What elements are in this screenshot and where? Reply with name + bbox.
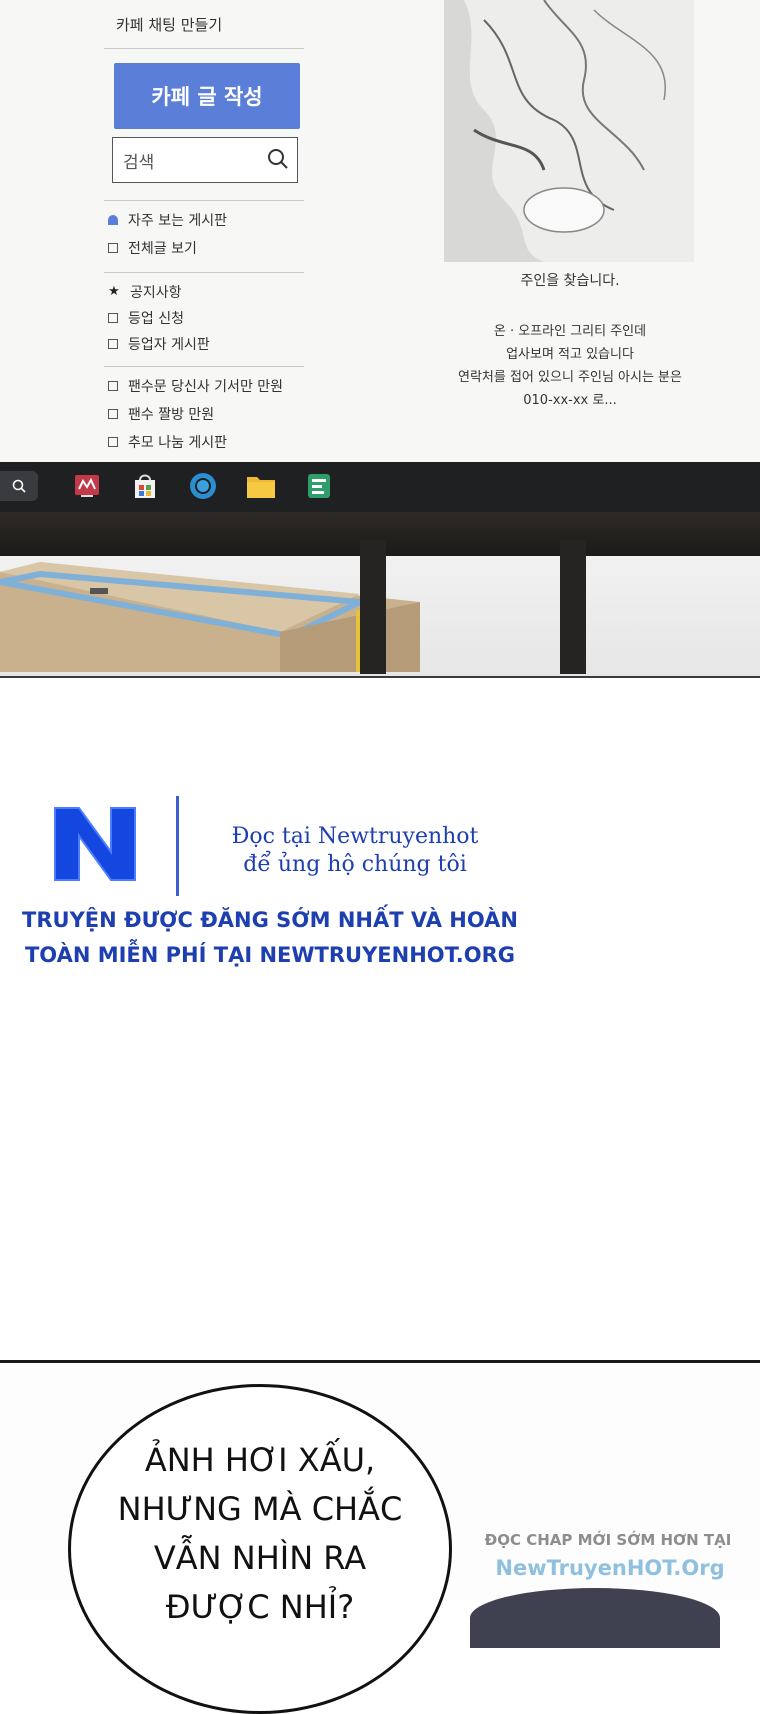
sidebar-item-label: 전체글 보기	[128, 241, 197, 257]
cafe-sidebar: 카페 채팅 만들기 카페 글 작성 검색 자주 보는 게시판 전체글 보기 ★ …	[100, 0, 310, 462]
post-line: 010-xx-xx 로...	[523, 393, 617, 408]
folder-icon[interactable]	[246, 471, 276, 501]
write-post-button[interactable]: 카페 글 작성	[114, 63, 300, 129]
board-icon	[108, 437, 118, 447]
panel-border	[0, 1360, 760, 1363]
divider	[104, 48, 304, 49]
post-line: 연락처를 접어 있으니 주인님 아시는 분은	[458, 370, 682, 385]
board-icon	[108, 409, 118, 419]
browser-screen: 카페 채팅 만들기 카페 글 작성 검색 자주 보는 게시판 전체글 보기 ★ …	[0, 0, 760, 462]
sidebar-item-label: 등업 신청	[128, 311, 184, 327]
watermark-line1: ĐỌC CHAP MỚI SỚM HƠN TẠI	[484, 1531, 732, 1549]
panel-border	[0, 676, 760, 678]
post-body: 온 · 오프라인 그리티 주인데 업사보며 적고 있습니다 연락처를 접어 있으…	[440, 320, 700, 412]
promo-banner-line1: TRUYỆN ĐƯỢC ĐĂNG SỚM NHẤT VÀ HOÀN	[22, 908, 518, 932]
post-line: 업사보며 적고 있습니다	[506, 347, 634, 362]
bookmark-icon	[108, 215, 118, 225]
promo-read-at: Đọc tại Newtruyenhot	[231, 824, 479, 849]
post-line: 온 · 오프라인 그리티 주인데	[493, 324, 647, 339]
taskbar-search-button[interactable]	[0, 471, 38, 501]
search-input[interactable]: 검색	[112, 137, 298, 183]
sidebar-item-label: 팬수 짤방 만원	[128, 407, 215, 423]
lost-item-post: 주인을 찾습니다. 온 · 오프라인 그리티 주인데 업사보며 적고 있습니다 …	[440, 0, 700, 462]
sidebar-item-board-3[interactable]: 추모 나눔 게시판	[108, 432, 227, 452]
sidebar-item-all-posts[interactable]: 전체글 보기	[108, 238, 197, 258]
media-app-icon[interactable]	[72, 471, 102, 501]
divider	[104, 272, 304, 273]
logo-divider	[176, 796, 179, 896]
sidebar-item-board-2[interactable]: 팬수 짤방 만원	[108, 404, 214, 424]
taskbar	[0, 462, 760, 512]
speech-line: ẢNH HƠI XẤU,	[144, 1441, 376, 1479]
sidebar-item-label: 자주 보는 게시판	[128, 213, 228, 229]
notes-app-icon[interactable]	[304, 471, 334, 501]
board-icon	[108, 313, 118, 323]
browser-icon[interactable]	[188, 471, 218, 501]
desk-leg	[360, 540, 386, 674]
sidebar-item-label: 추모 나눔 게시판	[128, 435, 228, 451]
newtruyenhot-logo	[47, 802, 143, 886]
sidebar-item-favorites[interactable]: 자주 보는 게시판	[108, 210, 227, 230]
sidebar-item-levelup[interactable]: 등업 신청	[108, 308, 184, 328]
sidebar-item-label: 공지사항	[130, 285, 182, 301]
sidebar-item-notice[interactable]: ★ 공지사항	[108, 282, 182, 302]
speech-line: VẪN NHÌN RA	[153, 1539, 367, 1577]
search-placeholder: 검색	[123, 153, 155, 173]
promo-banner-line2: TOÀN MIỄN PHÍ TẠI NEWTRUYENHOT.ORG	[24, 943, 516, 967]
board-icon	[108, 339, 118, 349]
search-icon[interactable]	[267, 148, 289, 170]
search-icon	[12, 479, 26, 493]
post-caption: 주인을 찾습니다.	[520, 273, 620, 289]
speech-line: NHƯNG MÀ CHẮC	[117, 1490, 403, 1528]
watermark-line2: NewTruyenHOT.Org	[495, 1556, 725, 1580]
post-image	[444, 0, 694, 262]
speech-bubble-text: ẢNH HƠI XẤU, NHƯNG MÀ CHẮC VẪN NHÌN RA Đ…	[68, 1436, 452, 1632]
sidebar-item-label: 등업자 게시판	[128, 337, 210, 353]
sidebar-item-board-1[interactable]: 팬수문 당신사 기서만 만원	[108, 376, 283, 396]
sidebar-item-label: 팬수문 당신사 기서만 만원	[128, 379, 284, 395]
fabric-sketch	[444, 0, 694, 262]
promo-support: để ủng hộ chúng tôi	[243, 852, 467, 877]
sidebar-top-label[interactable]: 카페 채팅 만들기	[116, 14, 222, 35]
desk-leg	[560, 540, 586, 674]
cardboard-box	[0, 562, 420, 672]
star-icon: ★	[108, 284, 120, 299]
manga-panel-computer-screen: 카페 채팅 만들기 카페 글 작성 검색 자주 보는 게시판 전체글 보기 ★ …	[0, 0, 760, 678]
divider	[104, 366, 304, 367]
character-head	[470, 1588, 720, 1648]
divider	[104, 200, 304, 201]
board-icon	[108, 243, 118, 253]
sidebar-item-levelup-board[interactable]: 등업자 게시판	[108, 334, 210, 354]
speech-line: ĐƯỢC NHỈ?	[165, 1588, 355, 1626]
store-icon[interactable]	[130, 471, 160, 501]
board-icon	[108, 381, 118, 391]
